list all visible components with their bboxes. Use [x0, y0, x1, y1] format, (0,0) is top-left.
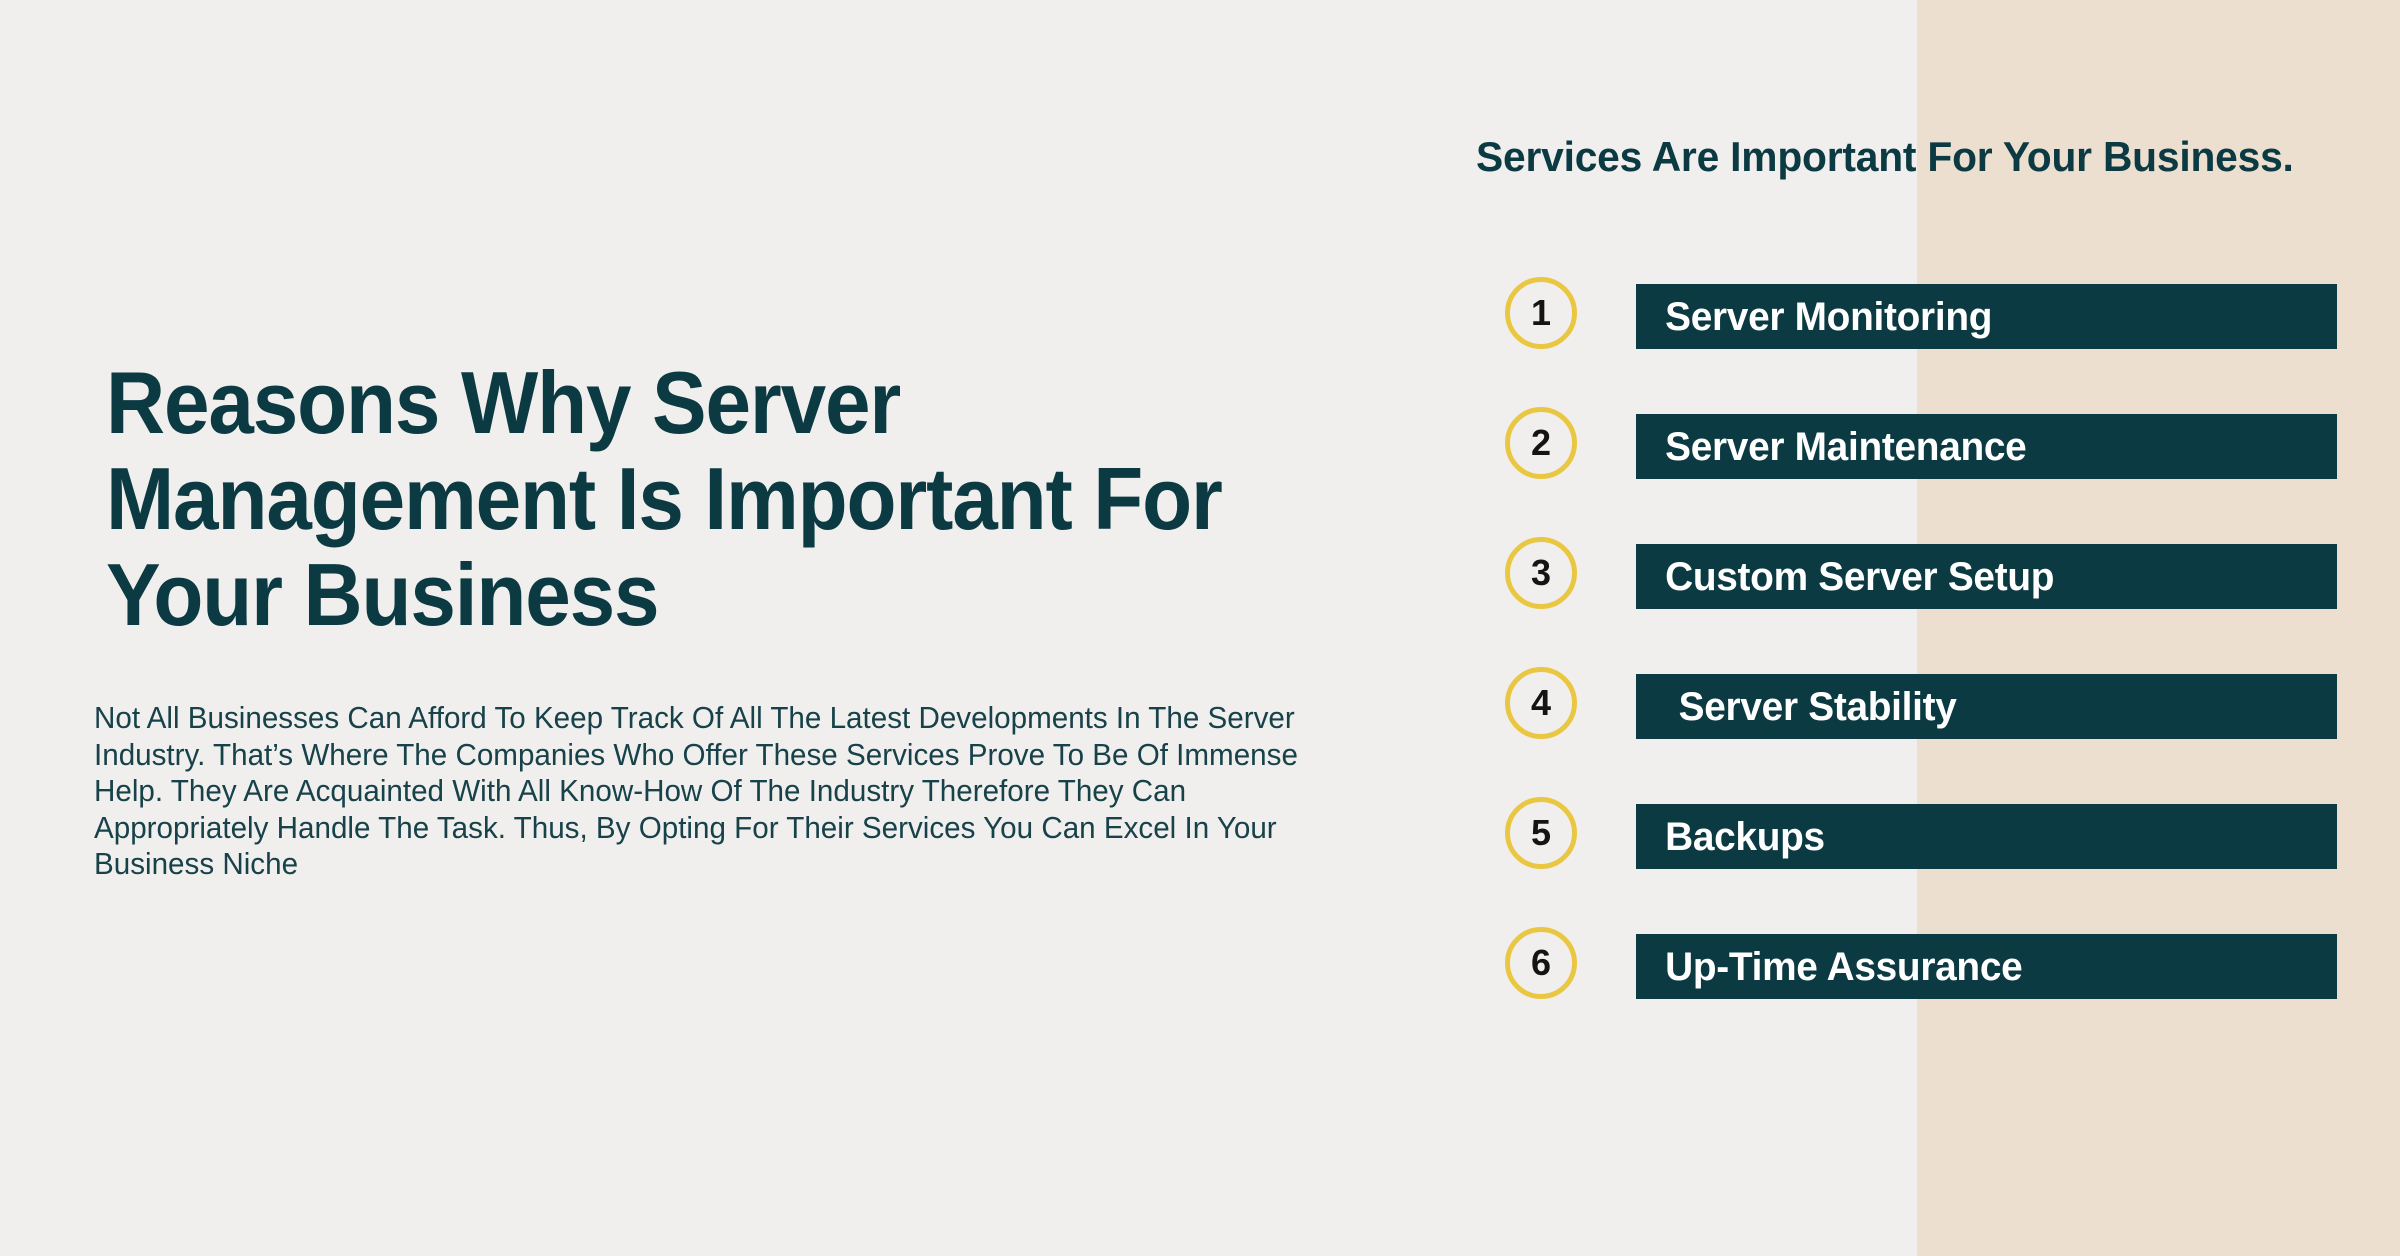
- service-bar[interactable]: Server Monitoring: [1636, 284, 2337, 349]
- service-row: 6 Up-Time Assurance: [0, 927, 2400, 999]
- service-number-badge: 4: [1505, 667, 1577, 739]
- services-heading: Services Are Important For Your Business…: [1476, 133, 2294, 180]
- service-bar[interactable]: Server Maintenance: [1636, 414, 2337, 479]
- right-content-column: Services Are Important For Your Business…: [0, 0, 2400, 1256]
- service-label: Server Maintenance: [1665, 424, 2027, 469]
- service-label: Custom Server Setup: [1665, 554, 2055, 599]
- services-list: 1 Server Monitoring 2 Server Maintenance 3 Cu…: [0, 277, 2400, 1064]
- service-label: Server Stability: [1678, 684, 1957, 729]
- service-label: Up-Time Assurance: [1665, 944, 2023, 989]
- service-row: 4 Server Stability: [0, 667, 2400, 739]
- service-number-badge: 2: [1505, 407, 1577, 479]
- service-number-badge: 6: [1505, 927, 1577, 999]
- service-bar[interactable]: Custom Server Setup: [1636, 544, 2337, 609]
- service-row: 2 Server Maintenance: [0, 407, 2400, 479]
- service-label: Server Monitoring: [1665, 294, 1993, 339]
- service-bar[interactable]: Backups: [1636, 804, 2337, 869]
- service-label: Backups: [1665, 814, 1825, 859]
- service-number-badge: 5: [1505, 797, 1577, 869]
- slide-canvas: Reasons Why Server Management Is Importa…: [0, 0, 2400, 1256]
- service-row: 3 Custom Server Setup: [0, 537, 2400, 609]
- service-bar[interactable]: Up-Time Assurance: [1636, 934, 2337, 999]
- service-number-badge: 3: [1505, 537, 1577, 609]
- service-number-badge: 1: [1505, 277, 1577, 349]
- service-row: 5 Backups: [0, 797, 2400, 869]
- service-row: 1 Server Monitoring: [0, 277, 2400, 349]
- service-bar[interactable]: Server Stability: [1636, 674, 2337, 739]
